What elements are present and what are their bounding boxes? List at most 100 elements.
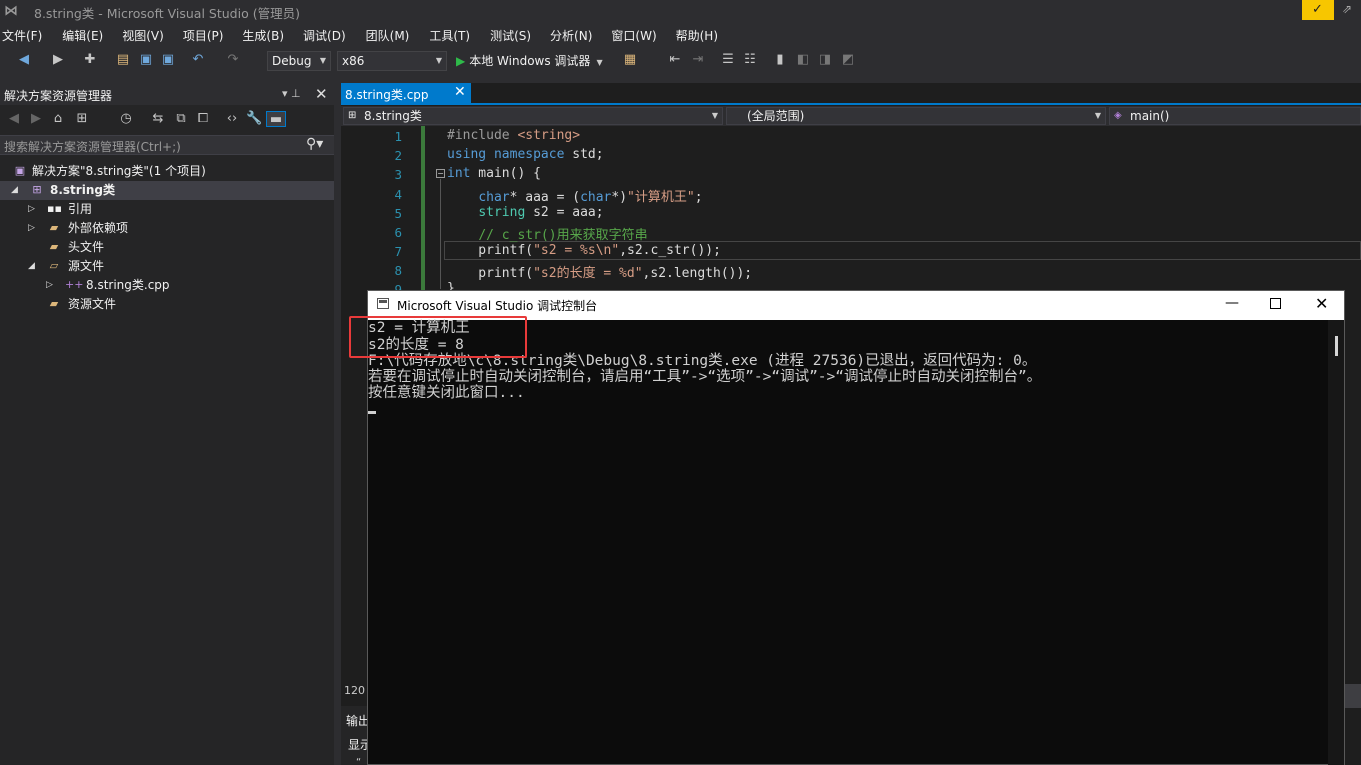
folder-icon: ▰ xyxy=(49,221,59,234)
tree-item-sources[interactable]: ◢ ▱ 源文件 xyxy=(0,257,334,276)
menu-test[interactable]: 测试(S) xyxy=(490,25,531,45)
collapse-all-icon[interactable]: ⧉ xyxy=(173,111,189,127)
code-line-8: printf("s2的长度 = %d",s2.length()); xyxy=(447,266,753,281)
menu-tools[interactable]: 工具(T) xyxy=(429,25,470,45)
start-debugging-button[interactable]: ▶ 本地 Windows 调试器 ▼ xyxy=(456,51,603,71)
console-scroll-thumb[interactable] xyxy=(1335,336,1338,356)
sync-icon[interactable]: ⇆ xyxy=(150,111,166,127)
maximize-icon[interactable] xyxy=(1270,298,1281,309)
chevron-down-icon: ▼ xyxy=(711,111,718,120)
home-icon[interactable]: ⌂ xyxy=(50,111,66,127)
search-icon[interactable]: ⚲▾ xyxy=(306,136,323,152)
project-icon: ⊞ xyxy=(348,110,357,121)
menu-view[interactable]: 视图(V) xyxy=(122,25,164,45)
annotation-highlight-box xyxy=(349,316,527,358)
tree-item-headers[interactable]: ▰ 头文件 xyxy=(0,238,334,257)
tree-item-external-deps[interactable]: ▷ ▰ 外部依赖项 xyxy=(0,219,334,238)
nav-member-label: main() xyxy=(1130,109,1170,123)
line-number: 8 xyxy=(394,263,402,278)
feedback-icon[interactable]: ✓ xyxy=(1312,2,1324,17)
forward-icon[interactable]: ▶ xyxy=(28,111,44,127)
browse-icon[interactable]: ▦ xyxy=(622,52,638,68)
tree-label: 资源文件 xyxy=(68,297,117,311)
show-all-files-icon[interactable]: ⧠ xyxy=(195,111,211,127)
back-icon[interactable]: ◀ xyxy=(6,111,22,127)
collapse-icon[interactable]: − xyxy=(436,169,445,178)
pending-changes-icon[interactable]: ◷ xyxy=(118,111,134,127)
menu-window[interactable]: 窗口(W) xyxy=(611,25,656,45)
tree-label: 源文件 xyxy=(68,259,105,273)
bookmark-icon[interactable]: ▮ xyxy=(772,52,788,68)
new-project-icon[interactable]: ✚ xyxy=(82,52,98,68)
tree-label: 8.string类 xyxy=(50,183,115,197)
close-tab-icon[interactable]: ✕ xyxy=(454,84,466,100)
console-output-line: 若要在调试停止时自动关闭控制台，请启用“工具”->“选项”->“调试”->“调试… xyxy=(368,369,1042,385)
tree-item-solution[interactable]: ▣ 解决方案"8.string类"(1 个项目) xyxy=(0,162,334,181)
open-file-icon[interactable]: ▤ xyxy=(115,52,131,68)
close-icon[interactable]: ✕ xyxy=(315,85,328,103)
view-code-icon[interactable]: ‹› xyxy=(224,111,240,127)
comment-icon[interactable]: ☰ xyxy=(720,52,736,68)
menu-project[interactable]: 项目(P) xyxy=(183,25,224,45)
open-folder-icon: ▱ xyxy=(49,259,59,272)
menu-analyze[interactable]: 分析(N) xyxy=(550,25,592,45)
undo-icon[interactable]: ↶ xyxy=(190,52,206,68)
references-icon: ▪▪ xyxy=(47,202,62,215)
code-line-5: string s2 = aaa; xyxy=(478,205,604,220)
clear-bookmarks-icon[interactable]: ◩ xyxy=(840,52,856,68)
change-tracking-bar xyxy=(421,126,425,290)
expanded-arrow-icon[interactable]: ◢ xyxy=(28,257,35,276)
document-tab-label: 8.string类.cpp xyxy=(345,88,429,102)
collapsed-arrow-icon[interactable]: ▷ xyxy=(46,276,53,295)
play-icon: ▶ xyxy=(456,54,466,68)
project-icon: ⊞ xyxy=(32,183,42,196)
cpp-file-icon: ++ xyxy=(65,278,84,291)
step-over-icon[interactable]: ⇥ xyxy=(690,52,706,68)
properties-icon[interactable]: 🔧 xyxy=(246,111,262,127)
uncomment-icon[interactable]: ☷ xyxy=(742,52,758,68)
console-title: Microsoft Visual Studio 调试控制台 xyxy=(397,299,598,313)
collapsed-arrow-icon[interactable]: ▷ xyxy=(28,200,35,219)
member-dropdown[interactable]: ◈ main() xyxy=(1109,107,1361,125)
menu-debug[interactable]: 调试(D) xyxy=(303,25,346,45)
collapsed-arrow-icon[interactable]: ▷ xyxy=(28,219,35,238)
chevron-down-icon: ▼ xyxy=(1094,111,1101,120)
tree-item-resources[interactable]: ▰ 资源文件 xyxy=(0,295,334,314)
step-into-icon[interactable]: ⇤ xyxy=(667,52,683,68)
tree-label: 引用 xyxy=(68,202,93,216)
project-scope-dropdown[interactable]: ⊞ 8.string类 ▼ xyxy=(343,107,723,125)
code-line-6: // c_str()用来获取字符串 xyxy=(478,228,648,243)
navigate-back-icon[interactable]: ◀ xyxy=(16,52,32,68)
menu-file[interactable]: 文件(F) xyxy=(2,25,42,45)
close-icon[interactable]: ✕ xyxy=(1315,294,1328,313)
next-bookmark-icon[interactable]: ◨ xyxy=(817,52,833,68)
folder-icon: ▰ xyxy=(49,297,59,310)
menu-edit[interactable]: 编辑(E) xyxy=(62,25,103,45)
prev-bookmark-icon[interactable]: ◧ xyxy=(795,52,811,68)
run-label: 本地 Windows 调试器 xyxy=(469,54,591,68)
preview-icon[interactable]: ▬ xyxy=(266,111,286,127)
redo-icon[interactable]: ↷ xyxy=(225,52,241,68)
line-number: 4 xyxy=(394,187,402,202)
menu-help[interactable]: 帮助(H) xyxy=(676,25,718,45)
tree-item-source-file[interactable]: ▷ ++ 8.string类.cpp xyxy=(0,276,334,295)
tree-label: 8.string类.cpp xyxy=(86,278,170,292)
output-text: “ xyxy=(356,757,362,765)
save-all-icon[interactable]: ▣ xyxy=(160,52,176,68)
restore-icon[interactable]: ⇗ xyxy=(1342,2,1352,16)
menu-build[interactable]: 生成(B) xyxy=(242,25,284,45)
configuration-dropdown[interactable]: Debug ▼ xyxy=(267,51,331,71)
console-scrollbar[interactable] xyxy=(1328,320,1344,765)
line-number: 7 xyxy=(394,244,402,259)
save-icon[interactable]: ▣ xyxy=(138,52,154,68)
global-scope-dropdown[interactable]: (全局范围) ▼ xyxy=(726,107,1106,125)
expanded-arrow-icon[interactable]: ◢ xyxy=(11,181,18,200)
tree-item-project[interactable]: ◢ ⊞ 8.string类 xyxy=(0,181,334,200)
menu-team[interactable]: 团队(M) xyxy=(366,25,410,45)
minimize-icon[interactable]: — xyxy=(1225,295,1239,311)
pin-icon[interactable]: ▾ ⊥ xyxy=(282,87,301,100)
navigate-forward-icon[interactable]: ▶ xyxy=(50,52,66,68)
platform-dropdown[interactable]: x86 ▼ xyxy=(337,51,447,71)
tree-item-references[interactable]: ▷ ▪▪ 引用 xyxy=(0,200,334,219)
switch-views-icon[interactable]: ⊞ xyxy=(74,111,90,127)
